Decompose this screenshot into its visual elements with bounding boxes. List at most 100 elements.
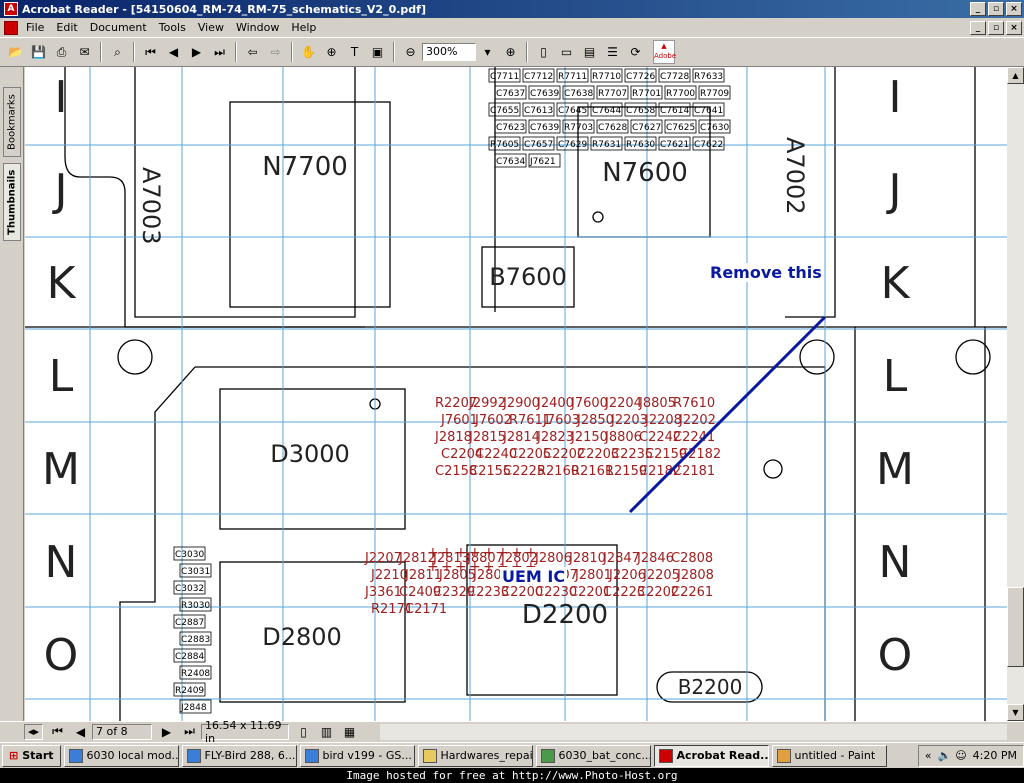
doc-restore-button[interactable]: ▫ — [988, 20, 1004, 35]
component-label: J2208 — [644, 413, 682, 428]
speaker-icon[interactable]: 🔈 — [938, 749, 952, 762]
print-icon[interactable]: ⎙ — [51, 42, 72, 63]
menu-file[interactable]: File — [20, 21, 50, 34]
reflow-icon[interactable]: ☰ — [602, 42, 623, 63]
rotate-icon[interactable]: ⟳ — [625, 42, 646, 63]
title-bar[interactable]: A Acrobat Reader - [54150604_RM-74_RM-75… — [0, 0, 1024, 18]
component-label: C7627 — [632, 123, 661, 133]
last-page-icon[interactable]: ⏭ — [179, 721, 200, 742]
single-page-icon[interactable]: ▯ — [293, 721, 314, 742]
menu-help[interactable]: Help — [285, 21, 322, 34]
component-label: J7603 — [542, 413, 580, 428]
task-paint[interactable]: untitled - Paint — [771, 744, 887, 767]
document-view[interactable]: C7711 C7712 R7711 R7710 C7726 C7728 R7633 C7637… — [25, 67, 1007, 721]
fit-width-icon[interactable]: ▤ — [579, 42, 600, 63]
scroll-up-arrow-icon[interactable]: ▲ — [1007, 67, 1024, 84]
tab-thumbnails[interactable]: Thumbnails — [3, 163, 21, 241]
menu-tools[interactable]: Tools — [153, 21, 192, 34]
first-page-icon[interactable]: ⏮ — [140, 42, 161, 63]
component-label: R7711 — [558, 72, 587, 82]
menu-document[interactable]: Document — [84, 21, 153, 34]
menu-edit[interactable]: Edit — [50, 21, 83, 34]
component-label: J2808 — [676, 568, 714, 583]
zoom-in-icon[interactable]: ⊕ — [500, 42, 521, 63]
component-label: C7726 — [626, 72, 655, 82]
component-label: J2150 — [570, 430, 608, 445]
save-icon[interactable]: 💾 — [28, 42, 49, 63]
previous-page-icon[interactable]: ◀ — [70, 721, 91, 742]
zoom-in-tool-icon[interactable]: ⊕ — [321, 42, 342, 63]
snapshot-icon[interactable]: ▣ — [367, 42, 388, 63]
maximize-button[interactable]: ▫ — [988, 2, 1004, 16]
task-6030-bat[interactable]: 6030_bat_conc... — [535, 744, 651, 767]
fit-page-icon[interactable]: ▭ — [556, 42, 577, 63]
system-tray: « 🔈 ☺ 4:20 PM — [917, 744, 1024, 767]
component-label: J2846 — [636, 551, 674, 566]
zoom-input[interactable]: 300% — [422, 43, 476, 61]
component-label: R2409 — [175, 686, 204, 696]
component-label: J2900 — [502, 396, 540, 411]
host-banner: Image hosted for free at http://www.Phot… — [0, 768, 1024, 783]
component-label: J2400 — [536, 396, 574, 411]
next-page-icon[interactable]: ▶ — [186, 42, 207, 63]
row-label-right: K — [881, 258, 911, 309]
back-icon[interactable]: ⇦ — [242, 42, 263, 63]
row-label-left: J — [52, 165, 68, 216]
actual-size-icon[interactable]: ▯ — [533, 42, 554, 63]
continuous-icon[interactable]: ▥ — [316, 721, 337, 742]
last-page-icon[interactable]: ⏭ — [209, 42, 230, 63]
zoom-out-icon[interactable]: ⊖ — [400, 42, 421, 63]
component-label: C7639 — [530, 89, 559, 99]
component-label: R7633 — [694, 72, 723, 82]
task-6030-local[interactable]: 6030 local mod... — [63, 744, 179, 767]
hand-tool-icon[interactable]: ✋ — [298, 42, 319, 63]
close-button[interactable]: × — [1006, 2, 1022, 16]
remove-this-annotation: Remove this — [708, 263, 824, 282]
horizontal-scrollbar[interactable] — [380, 724, 1007, 740]
chevron-down-icon[interactable]: ▾ — [477, 42, 498, 63]
menu-window[interactable]: Window — [230, 21, 285, 34]
task-bird-v199[interactable]: bird v199 - GS... — [299, 744, 415, 767]
facing-icon[interactable]: ▦ — [339, 721, 360, 742]
open-icon[interactable]: 📂 — [5, 42, 26, 63]
scrollbar-thumb[interactable] — [1007, 587, 1024, 667]
task-label: 6030_bat_conc... — [558, 749, 651, 762]
task-fly-bird[interactable]: FLY-Bird 288, 6... — [181, 744, 297, 767]
page-indicator[interactable]: 7 of 8 — [92, 723, 153, 740]
search-icon[interactable]: ⌕ — [107, 42, 128, 63]
uem-ic-annotation: UEM IC — [500, 567, 568, 586]
acrobat-app-icon[interactable]: A — [4, 2, 18, 16]
component-label: R7707 — [598, 89, 627, 99]
row-label-right: M — [876, 444, 914, 495]
component-label: J2810 — [568, 551, 606, 566]
previous-page-icon[interactable]: ◀ — [163, 42, 184, 63]
chip-label-d3000: D3000 — [270, 440, 350, 468]
menu-view[interactable]: View — [192, 21, 230, 34]
forward-icon[interactable]: ⇨ — [265, 42, 286, 63]
email-icon[interactable]: ✉ — [74, 42, 95, 63]
first-page-icon[interactable]: ⏮ — [47, 721, 68, 742]
row-label-left: N — [45, 537, 78, 588]
task-label: 6030 local mod... — [86, 749, 179, 762]
doc-close-button[interactable]: × — [1006, 20, 1022, 35]
next-page-icon[interactable]: ▶ — [156, 721, 177, 742]
minimize-button[interactable]: _ — [970, 2, 986, 16]
scroll-down-arrow-icon[interactable]: ▼ — [1007, 704, 1024, 721]
doc-minimize-button[interactable]: _ — [970, 20, 986, 35]
component-label: C7639 — [530, 123, 559, 133]
start-button[interactable]: ⊞ Start — [2, 744, 61, 767]
messenger-icon[interactable]: ☺ — [955, 749, 966, 762]
task-hardwares-repair[interactable]: Hardwares_repair — [417, 744, 533, 767]
text-select-icon[interactable]: T — [344, 42, 365, 63]
image-viewer-icon — [540, 748, 555, 763]
nav-arrows-icon[interactable]: ◂▸ — [24, 723, 44, 740]
clock[interactable]: 4:20 PM — [973, 749, 1017, 762]
component-label: C7634 — [496, 157, 525, 167]
vertical-scrollbar[interactable]: ▲ ▼ — [1007, 67, 1024, 721]
tray-expand-icon[interactable]: « — [925, 749, 932, 762]
component-label: R7709 — [700, 89, 729, 99]
document-icon[interactable] — [4, 20, 18, 35]
toolbar-separator — [235, 42, 237, 62]
tab-bookmarks[interactable]: Bookmarks — [3, 87, 21, 157]
task-acrobat-reader[interactable]: Acrobat Read... — [653, 744, 769, 767]
